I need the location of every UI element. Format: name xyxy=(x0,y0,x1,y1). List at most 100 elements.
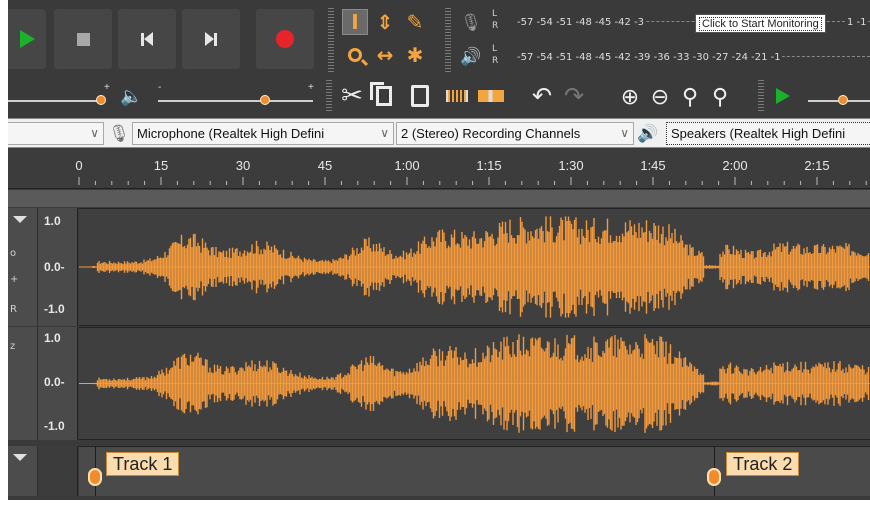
skip-start-icon xyxy=(141,32,153,46)
cut-icon[interactable]: ✂ xyxy=(338,81,366,111)
playback-device-select[interactable]: Speakers (Realtek High Defini xyxy=(666,122,870,145)
scale-max-label: 1.0 xyxy=(44,214,61,228)
zoom-tool[interactable] xyxy=(342,42,369,68)
record-meter-l: L xyxy=(492,9,498,19)
device-toolbar: ∨ 🎙 Microphone (Realtek High Defini ∨ 2 (… xyxy=(8,118,870,148)
redo-icon[interactable]: ↷ xyxy=(560,81,588,111)
ruler-tick-label: 0 xyxy=(75,158,83,173)
undo-icon[interactable]: ↶ xyxy=(528,81,556,111)
chevron-down-icon: ∨ xyxy=(620,126,629,140)
trim-audio-icon[interactable] xyxy=(444,81,470,111)
envelope-tool[interactable]: ⇕ xyxy=(372,9,398,35)
microphone-icon[interactable]: 🎙 xyxy=(460,10,482,36)
double-arrow-icon: ↔ xyxy=(376,43,394,67)
magnifier-icon xyxy=(348,48,369,67)
label-pin-icon[interactable] xyxy=(707,468,721,486)
monitor-tooltip[interactable]: Click to Start Monitoring xyxy=(695,14,826,33)
recording-channels-select[interactable]: 2 (Stereo) Recording Channels ∨ xyxy=(396,122,634,145)
record-meter-r: R xyxy=(492,21,499,31)
copy-icon[interactable] xyxy=(370,81,398,111)
chevron-down-icon: ∨ xyxy=(380,126,389,140)
asterisk-icon: ✱ xyxy=(406,43,424,67)
zoom-out-icon[interactable]: ⊖ xyxy=(646,83,674,111)
ruler-tick-label: 1:00 xyxy=(394,158,420,173)
waveform-channel-right[interactable] xyxy=(79,327,870,440)
label-track-control[interactable] xyxy=(8,446,38,496)
play-meter-scale: -57 -54 -51 -48 -45 -42 -39 -36 -33 -30 … xyxy=(516,51,782,63)
toolbar-grip[interactable] xyxy=(328,8,334,72)
recording-volume-track[interactable] xyxy=(8,100,103,102)
ruler-tick-label: 45 xyxy=(317,158,333,173)
scale-max-label: 1.0 xyxy=(44,331,61,345)
ruler-tick-label: 30 xyxy=(235,158,251,173)
play-button[interactable] xyxy=(8,9,46,69)
selection-tool[interactable]: I xyxy=(342,9,368,35)
play-meter[interactable]: -57 -54 -51 -48 -45 -42 -39 -36 -33 -30 … xyxy=(516,45,870,69)
speaker-meter-icon[interactable]: 🔊 xyxy=(460,44,482,70)
fit-selection-icon[interactable]: ⚲ xyxy=(676,83,704,111)
timeline-ruler[interactable]: 0 15 30 45 1:00 1:15 1:30 1:45 2:00 2:15 xyxy=(8,149,870,189)
silence-audio-icon[interactable] xyxy=(476,81,506,111)
waveform-left xyxy=(79,216,870,318)
playback-speaker-icon: 🔈 xyxy=(120,86,143,107)
multi-tool[interactable]: ✱ xyxy=(402,42,428,68)
ruler-tick-label: 1:15 xyxy=(476,158,502,173)
track-control-panel[interactable]: z xyxy=(8,327,38,440)
skip-end-icon xyxy=(205,32,217,46)
playback-volume-plus: + xyxy=(308,82,314,93)
track-control-glyph: o xyxy=(10,248,17,259)
track-control-glyph: + xyxy=(10,274,19,285)
playback-volume-knob[interactable] xyxy=(260,95,270,105)
stop-icon xyxy=(76,32,90,46)
scale-min-label: -1.0 xyxy=(44,302,65,316)
fit-project-icon[interactable]: ⚲ xyxy=(706,83,734,111)
audacity-window: I ⇕ ✎ ↔ ✱ 🎙 L R -57 -54 -51 -48 -45 -42 … xyxy=(8,0,870,500)
stop-button[interactable] xyxy=(54,9,112,69)
label-pin-icon[interactable] xyxy=(88,468,102,486)
zoom-in-icon[interactable]: ⊕ xyxy=(616,83,644,111)
waveform-channel-left[interactable] xyxy=(79,208,870,326)
play-meter-r: R xyxy=(492,56,499,66)
timeline-band xyxy=(8,190,870,207)
waveform-right xyxy=(79,334,870,433)
record-icon xyxy=(276,30,294,48)
scale-mid-label: 0.0- xyxy=(44,260,65,274)
record-button[interactable] xyxy=(256,9,314,69)
chevron-down-icon: ∨ xyxy=(90,126,99,140)
ruler-tick-label: 1:45 xyxy=(640,158,666,173)
label-track-1[interactable]: Track 1 xyxy=(106,452,180,476)
record-meter-scale: -57 -54 -51 -48 -45 -42 -3 xyxy=(516,16,646,28)
selection-tool-icon: I xyxy=(351,10,359,34)
play-at-speed-icon[interactable] xyxy=(776,88,790,104)
skip-to-end-button[interactable] xyxy=(182,9,240,69)
label-track-menu-icon[interactable] xyxy=(13,454,27,461)
audio-host-select[interactable]: ∨ xyxy=(8,122,104,145)
record-meter-scale-tail: 1 -1 xyxy=(846,16,868,28)
paste-icon[interactable] xyxy=(406,81,434,111)
skip-to-start-button[interactable] xyxy=(118,9,176,69)
track-menu-icon[interactable] xyxy=(13,216,27,223)
track-control-panel[interactable]: o + R xyxy=(8,208,38,326)
edit-toolbar-grip[interactable] xyxy=(326,80,332,112)
recording-device-select[interactable]: Microphone (Realtek High Defini ∨ xyxy=(132,122,394,145)
microphone-device-icon: 🎙 xyxy=(108,124,130,144)
draw-tool[interactable]: ✎ xyxy=(402,9,428,35)
envelope-tool-icon: ⇕ xyxy=(376,10,394,34)
time-shift-tool[interactable]: ↔ xyxy=(372,42,398,68)
vertical-scale-top: 1.0 0.0- -1.0 xyxy=(38,208,78,326)
label-track-spacer xyxy=(38,446,78,496)
play-at-speed-grip[interactable] xyxy=(758,80,764,112)
ruler-tick-label: 2:00 xyxy=(722,158,748,173)
playback-volume-track[interactable] xyxy=(158,100,313,102)
play-speed-knob[interactable] xyxy=(838,95,848,105)
play-meter-l: L xyxy=(492,44,498,54)
play-icon xyxy=(19,30,35,48)
meter-toolbar-grip[interactable] xyxy=(445,8,451,72)
track-control-glyph: z xyxy=(10,341,16,352)
vertical-scale-bottom: 1.0 0.0- -1.0 xyxy=(38,327,78,440)
speaker-device-icon: 🔊 xyxy=(637,124,659,144)
playback-volume-minus: - xyxy=(158,82,162,93)
scale-mid-label: 0.0- xyxy=(44,375,65,389)
label-track-2[interactable]: Track 2 xyxy=(726,452,800,476)
recording-volume-knob[interactable] xyxy=(96,95,106,105)
